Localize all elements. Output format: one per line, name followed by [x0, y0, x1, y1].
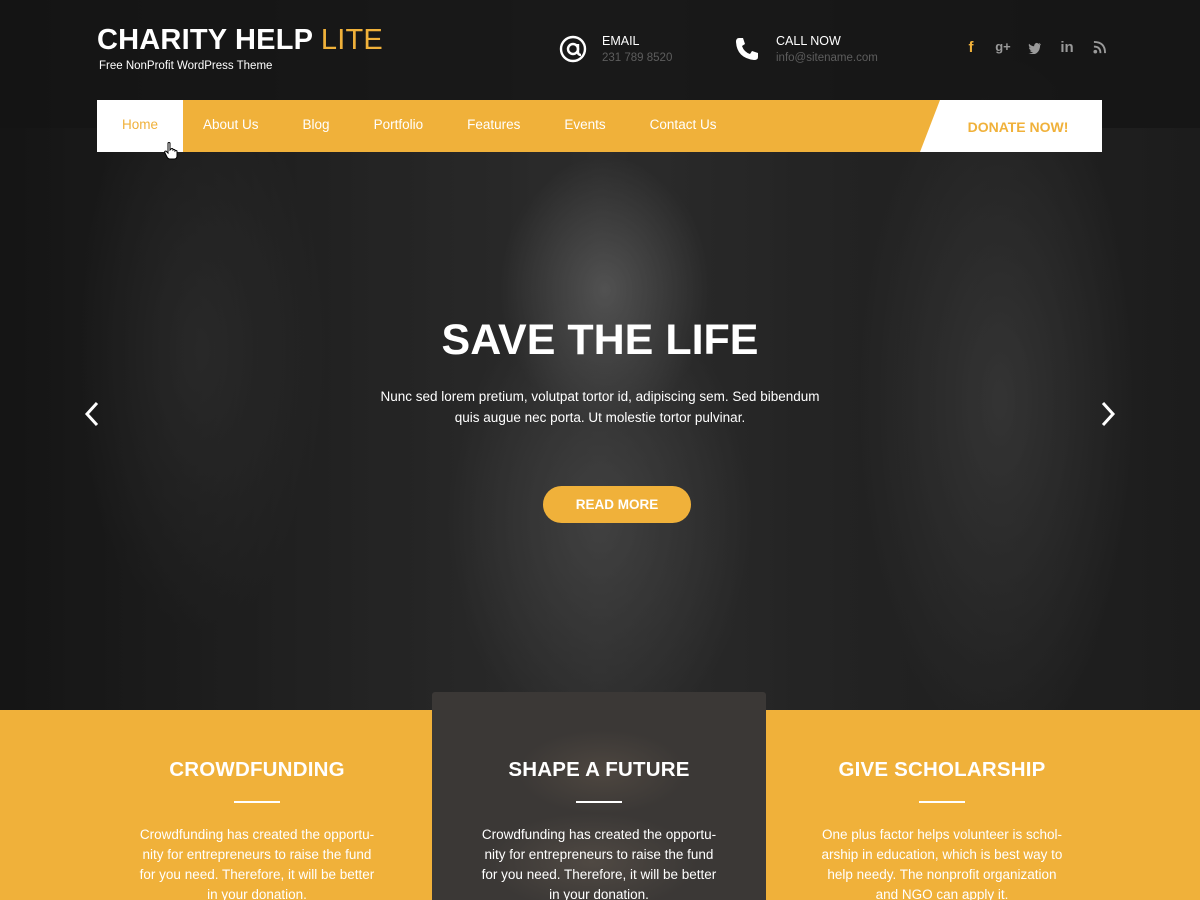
feature-text: Crowdfunding has created the opportu-nit…	[481, 827, 717, 900]
hand-cursor-icon	[164, 142, 178, 160]
site-logo[interactable]: CHARITY HELP LITE Free NonProfit WordPre…	[97, 24, 383, 72]
feature-text: One plus factor helps volunteer is schol…	[821, 827, 1063, 900]
feature-text: Crowdfunding has created the opportu-nit…	[139, 827, 375, 900]
donate-button[interactable]: DONATE NOW!	[920, 100, 1102, 152]
site-title: CHARITY HELP LITE	[97, 24, 383, 56]
rss-icon[interactable]	[1083, 39, 1115, 58]
hero-title: SAVE THE LIFE	[441, 316, 759, 364]
slider-prev-icon[interactable]	[82, 400, 102, 428]
linkedin-icon[interactable]: in	[1051, 39, 1083, 58]
feature-divider	[234, 801, 280, 803]
facebook-icon[interactable]: f	[955, 39, 987, 58]
feature-title: SHAPE A FUTURE	[508, 758, 690, 781]
slider-next-icon[interactable]	[1098, 400, 1118, 428]
nav-item-portfolio[interactable]: Portfolio	[352, 100, 446, 152]
google-plus-icon[interactable]: g+	[987, 39, 1019, 58]
nav-item-features[interactable]: Features	[445, 100, 542, 152]
at-icon	[559, 35, 587, 63]
contact-call-label: CALL NOW	[776, 34, 841, 48]
contact-email: EMAIL 231 789 8520	[558, 34, 672, 64]
feature-shape-a-future-card: SHAPE A FUTURE Crowdfunding has created …	[432, 692, 766, 900]
social-links: f g+ in	[955, 39, 1115, 58]
feature-divider	[576, 801, 622, 803]
feature-title: GIVE SCHOLARSHIP	[838, 758, 1046, 781]
nav-item-blog[interactable]: Blog	[281, 100, 352, 152]
hero-text: Nunc sed lorem pretium, volutpat tortor …	[380, 389, 820, 425]
site-tagline: Free NonProfit WordPress Theme	[99, 60, 273, 72]
nav-item-events[interactable]: Events	[542, 100, 627, 152]
contact-call: CALL NOW info@sitename.com	[732, 34, 878, 64]
feature-crowdfunding: CROWDFUNDING Crowdfunding has created th…	[107, 710, 407, 900]
nav-item-about-us[interactable]: About Us	[183, 100, 281, 152]
main-nav: Home About Us Blog Portfolio Features Ev…	[97, 100, 1102, 152]
twitter-icon[interactable]	[1019, 39, 1051, 58]
contact-call-value: info@sitename.com	[776, 52, 878, 64]
feature-divider	[919, 801, 965, 803]
contact-email-value: 231 789 8520	[602, 52, 673, 64]
nav-item-contact-us[interactable]: Contact Us	[628, 100, 739, 152]
feature-give-scholarship: GIVE SCHOLARSHIP One plus factor helps v…	[792, 710, 1092, 900]
read-more-button[interactable]: READ MORE	[543, 486, 691, 523]
contact-email-label: EMAIL	[602, 34, 640, 48]
site-title-accent: LITE	[320, 24, 383, 56]
feature-title: CROWDFUNDING	[169, 758, 345, 781]
phone-icon	[736, 38, 758, 60]
feature-shape-a-future: SHAPE A FUTURE Crowdfunding has created …	[449, 710, 749, 900]
